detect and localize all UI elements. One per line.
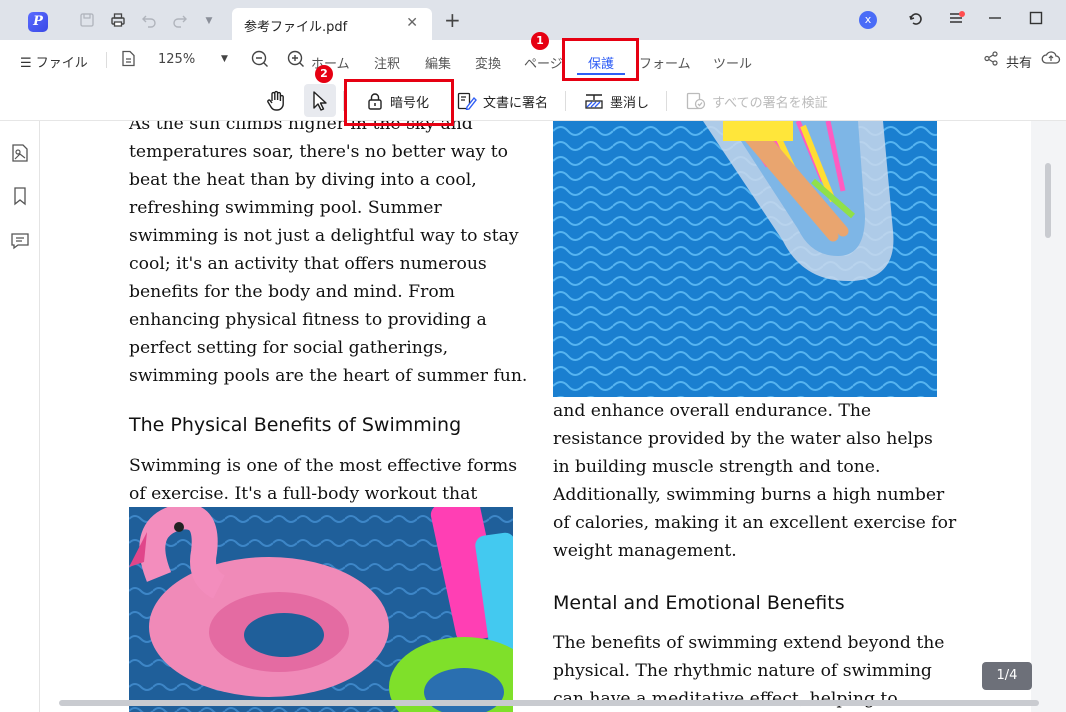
- minimize-icon[interactable]: [985, 10, 1005, 30]
- divider: [106, 52, 107, 68]
- file-menu[interactable]: ☰ ファイル: [20, 52, 88, 71]
- body-paragraph: As the sun climbs higher in the sky and …: [129, 121, 528, 386]
- hand-tool-button[interactable]: [266, 88, 292, 114]
- document-viewer[interactable]: As the sun climbs higher in the sky and …: [41, 121, 1066, 712]
- tab-tools[interactable]: ツール: [713, 53, 752, 72]
- flamingo-float-photo: [129, 507, 513, 712]
- document-tab[interactable]: 参考ファイル.pdf ✕: [232, 8, 432, 40]
- sign-document-button[interactable]: 文書に署名: [457, 88, 548, 114]
- zoom-dropdown-icon[interactable]: ▼: [221, 54, 228, 64]
- tab-forms[interactable]: フォーム: [639, 53, 691, 72]
- save-icon[interactable]: [78, 12, 96, 30]
- tab-annotate[interactable]: 注釈: [374, 53, 400, 72]
- body-paragraph: Swimming is one of the most effective fo…: [129, 456, 518, 504]
- redo-icon[interactable]: [171, 12, 189, 30]
- tab-page[interactable]: ページ: [524, 53, 563, 72]
- select-arrow-icon[interactable]: [311, 88, 335, 114]
- protect-toolbar: 暗号化 文書に署名 墨消し すべての署名を検証: [0, 80, 1066, 121]
- section-heading: Mental and Emotional Benefits: [553, 592, 845, 614]
- page-view-icon[interactable]: [121, 50, 136, 71]
- section-heading: The Physical Benefits of Swimming: [129, 414, 462, 436]
- thumbnail-icon[interactable]: [10, 143, 30, 163]
- share-icon[interactable]: [984, 51, 999, 70]
- print-icon[interactable]: [109, 12, 127, 30]
- left-sidebar: [0, 121, 40, 712]
- sign-doc-icon: [457, 92, 477, 110]
- file-menu-label: ファイル: [35, 56, 88, 71]
- share-label[interactable]: 共有: [1006, 52, 1032, 71]
- close-tab-icon[interactable]: ✕: [406, 15, 418, 31]
- page-indicator: 1/4: [982, 662, 1032, 690]
- bookmark-icon[interactable]: [10, 186, 30, 206]
- step-2-badge: 2: [315, 65, 333, 83]
- vertical-scrollbar[interactable]: [1045, 163, 1051, 238]
- notification-dot: [959, 11, 965, 17]
- undo-icon[interactable]: [140, 12, 158, 30]
- sign-document-label: 文書に署名: [483, 95, 549, 111]
- redact-icon: [585, 94, 603, 109]
- cloud-upload-icon[interactable]: [1041, 50, 1061, 70]
- zoom-in-icon[interactable]: [287, 50, 305, 72]
- comment-icon[interactable]: [10, 231, 30, 251]
- verify-signature-icon: [686, 92, 706, 110]
- new-tab-button[interactable]: +: [444, 10, 461, 30]
- redact-button[interactable]: 墨消し: [584, 88, 649, 114]
- redact-label: 墨消し: [610, 95, 650, 111]
- pool-float-photo: [553, 121, 937, 397]
- help-icon[interactable]: [906, 10, 926, 30]
- app-logo: P: [28, 12, 48, 32]
- body-paragraph: and enhance overall endurance. The resis…: [553, 401, 957, 561]
- highlight-protect-tab: [562, 38, 639, 81]
- verify-signatures-button[interactable]: すべての署名を検証: [686, 88, 828, 114]
- zoom-out-icon[interactable]: [251, 50, 269, 72]
- maximize-icon[interactable]: [1026, 10, 1046, 30]
- verify-signatures-label: すべての署名を検証: [712, 95, 828, 111]
- pdf-page: As the sun climbs higher in the sky and …: [41, 121, 1031, 712]
- zoom-level[interactable]: 125%: [158, 52, 195, 67]
- divider: [565, 91, 566, 111]
- tab-title: 参考ファイル.pdf: [244, 20, 348, 35]
- dropdown-icon[interactable]: ▼: [200, 12, 218, 30]
- step-1-badge: 1: [531, 32, 549, 50]
- horizontal-scrollbar[interactable]: [59, 700, 1039, 706]
- tab-edit[interactable]: 編集: [425, 53, 451, 72]
- highlight-encrypt-button: [344, 79, 454, 126]
- user-avatar[interactable]: x: [859, 11, 877, 29]
- tab-convert[interactable]: 変換: [475, 53, 501, 72]
- divider: [666, 91, 667, 111]
